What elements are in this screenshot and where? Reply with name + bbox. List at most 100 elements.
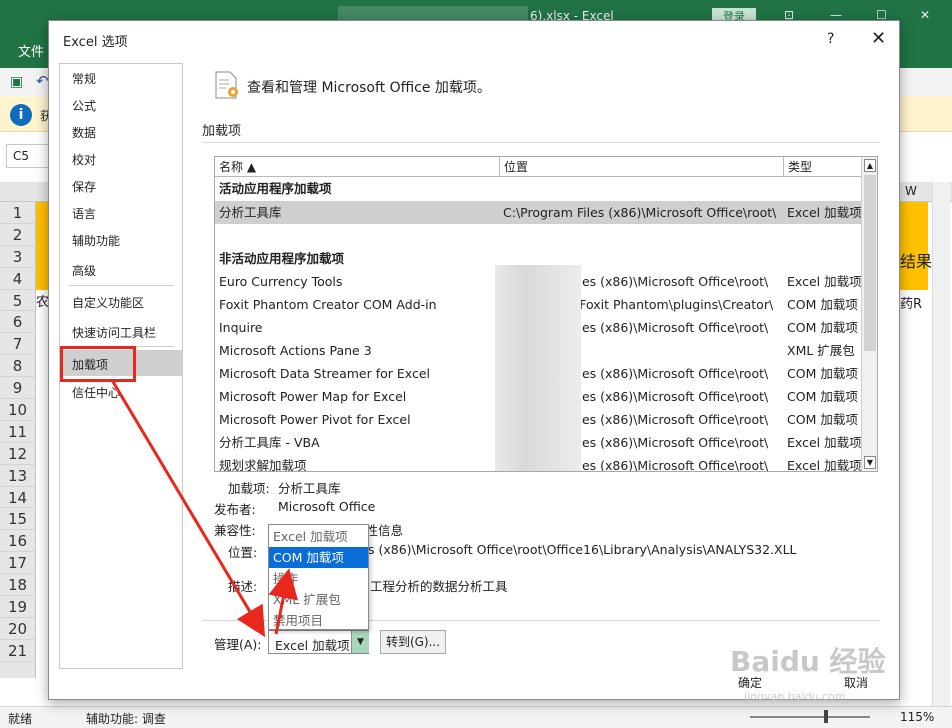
highlighted-cells-right (900, 202, 928, 290)
nav-quick-access-toolbar[interactable]: 快速访问工具栏 (72, 324, 156, 341)
addin-name: 分析工具库 (219, 205, 282, 220)
undo-icon[interactable]: ↶ (36, 72, 49, 90)
col-header-location[interactable]: 位置 (500, 157, 784, 177)
addins-gear-icon (215, 71, 238, 99)
zoom-slider[interactable] (750, 716, 870, 718)
row-header[interactable]: 13 (0, 465, 35, 487)
row-header[interactable]: 11 (0, 421, 35, 443)
nav-data[interactable]: 数据 (72, 124, 96, 141)
save-icon[interactable]: ▣ (10, 74, 23, 90)
col-header-name[interactable]: 名称 ▲ (215, 157, 500, 177)
close-icon[interactable]: ✕ (871, 28, 886, 49)
row-header[interactable]: 9 (0, 377, 35, 400)
nav-customize-ribbon[interactable]: 自定义功能区 (72, 294, 144, 311)
detail-desc-value: 工程分析的数据分析工具 (370, 579, 508, 594)
nav-save[interactable]: 保存 (72, 178, 96, 195)
row-header[interactable]: 14 (0, 487, 35, 509)
row-header[interactable]: 1 (0, 202, 35, 224)
dropdown-option[interactable]: COM 加载项 (269, 547, 368, 568)
addins-table: 名称 ▲ 位置 类型 活动应用程序加载项 分析工具库 C:\Program Fi… (214, 156, 878, 472)
file-tab[interactable]: 文件 (18, 41, 44, 60)
section-divider (202, 142, 880, 143)
blurred-region (495, 265, 581, 471)
addin-name: Microsoft Power Map for Excel (219, 389, 407, 404)
addin-location: iles (x86)\Microsoft Office\root\ (575, 389, 769, 404)
row-header[interactable]: 8 (0, 355, 35, 378)
table-row[interactable]: 分析工具库 C:\Program Files (x86)\Microsoft O… (215, 201, 862, 224)
sheet-vertical-scrollbar[interactable] (932, 182, 950, 706)
status-accessibility[interactable]: 辅助功能: 调查 (86, 710, 166, 727)
row-header[interactable]: 6 (0, 311, 35, 334)
addin-name: Microsoft Actions Pane 3 (219, 343, 372, 358)
addin-location: iles (x86)\Microsoft Office\root\ (575, 274, 769, 289)
detail-compat-label: 兼容性: (214, 523, 256, 538)
group-active-label: 活动应用程序加载项 (219, 181, 332, 196)
dropdown-option[interactable]: XML 扩展包 (269, 589, 368, 610)
row-headers: 1 2 3 4 5 6 7 8 9 10 11 12 13 14 15 16 17 18 19 20 21 (0, 202, 36, 678)
cancel-button[interactable]: 取消 (844, 674, 868, 691)
close-window-icon[interactable]: ✕ (920, 8, 930, 22)
addin-type: COM 加载项 (787, 412, 858, 427)
header-text: 查看和管理 Microsoft Office 加载项。 (247, 80, 491, 96)
col-header-type[interactable]: 类型 (784, 157, 861, 177)
nav-proofing[interactable]: 校对 (72, 151, 96, 168)
row-header[interactable]: 19 (0, 596, 35, 618)
dropdown-option[interactable]: 操作 (269, 568, 368, 589)
addin-type: Excel 加载项 (787, 205, 862, 220)
info-icon: i (10, 104, 32, 126)
row-header[interactable]: 2 (0, 224, 35, 246)
scroll-up-icon[interactable]: ▲ (864, 159, 876, 172)
cell-right-text[interactable]: 药R (900, 293, 922, 312)
addin-type: Excel 加载项 (787, 458, 862, 472)
dropdown-option[interactable]: 禁用项目 (269, 610, 368, 631)
dropdown-option[interactable]: Excel 加载项 (269, 526, 368, 547)
row-header[interactable]: 21 (0, 640, 35, 662)
row-header[interactable]: 15 (0, 508, 35, 531)
table-header: 名称 ▲ 位置 类型 (215, 157, 861, 177)
addin-location: iles (x86)\Microsoft Office\root\ (575, 320, 769, 335)
nav-formulas[interactable]: 公式 (72, 97, 96, 114)
nav-language[interactable]: 语言 (72, 205, 96, 222)
ok-button[interactable]: 确定 (738, 674, 762, 691)
dropdown-arrow-icon[interactable]: ▼ (351, 631, 369, 653)
nav-advanced[interactable]: 高级 (72, 262, 96, 279)
column-header-w[interactable]: W (905, 184, 917, 198)
table-scroll-thumb[interactable] (864, 175, 876, 351)
manage-select[interactable]: Excel 加载项 ▼ (268, 630, 369, 654)
row-header[interactable]: 5 (0, 290, 35, 312)
row-header[interactable]: 7 (0, 333, 35, 356)
row-header[interactable]: 16 (0, 530, 35, 553)
row-header[interactable]: 12 (0, 443, 35, 465)
row-header[interactable]: 18 (0, 574, 35, 597)
addin-name: Microsoft Data Streamer for Excel (219, 366, 430, 381)
nav-trust-center[interactable]: 信任中心 (72, 384, 120, 401)
detail-desc-label: 描述: (228, 579, 258, 594)
row-header[interactable]: 4 (0, 268, 35, 290)
addin-type: XML 扩展包 (787, 343, 855, 358)
section-title: 加载项 (202, 124, 242, 139)
addin-type: Excel 加载项 (787, 274, 862, 289)
addin-location: C:\Program Files (x86)\Microsoft Office\… (503, 205, 777, 220)
zoom-slider-thumb[interactable] (824, 710, 828, 723)
nav-general[interactable]: 常规 (72, 70, 96, 87)
row-header[interactable]: 20 (0, 618, 35, 640)
goto-button[interactable]: 转到(G)... (380, 630, 446, 654)
table-scrollbar[interactable]: ▲ ▼ (861, 157, 877, 471)
row-header[interactable]: 17 (0, 552, 35, 575)
help-icon[interactable]: ? (827, 31, 834, 47)
nav-accessibility[interactable]: 辅助功能 (72, 232, 120, 249)
cell-right-header[interactable]: 结果 (900, 248, 932, 272)
addin-type: COM 加载项 (787, 320, 858, 335)
row-header[interactable]: 3 (0, 246, 35, 268)
addin-location: \Foxit Phantom\plugins\Creator\ (575, 297, 774, 312)
group-inactive-label: 非活动应用程序加载项 (219, 251, 345, 266)
row-header[interactable]: 10 (0, 399, 35, 421)
zoom-level[interactable]: 115% (900, 710, 934, 724)
addin-name: Foxit Phantom Creator COM Add-in (219, 297, 437, 312)
nav-addins-callout (60, 346, 136, 382)
addin-name: Inquire (219, 320, 263, 335)
addin-location: iles (x86)\Microsoft Office\root\ (575, 366, 769, 381)
scroll-down-icon[interactable]: ▼ (864, 456, 876, 469)
addin-name: Microsoft Power Pivot for Excel (219, 412, 411, 427)
addin-name: Euro Currency Tools (219, 274, 343, 289)
